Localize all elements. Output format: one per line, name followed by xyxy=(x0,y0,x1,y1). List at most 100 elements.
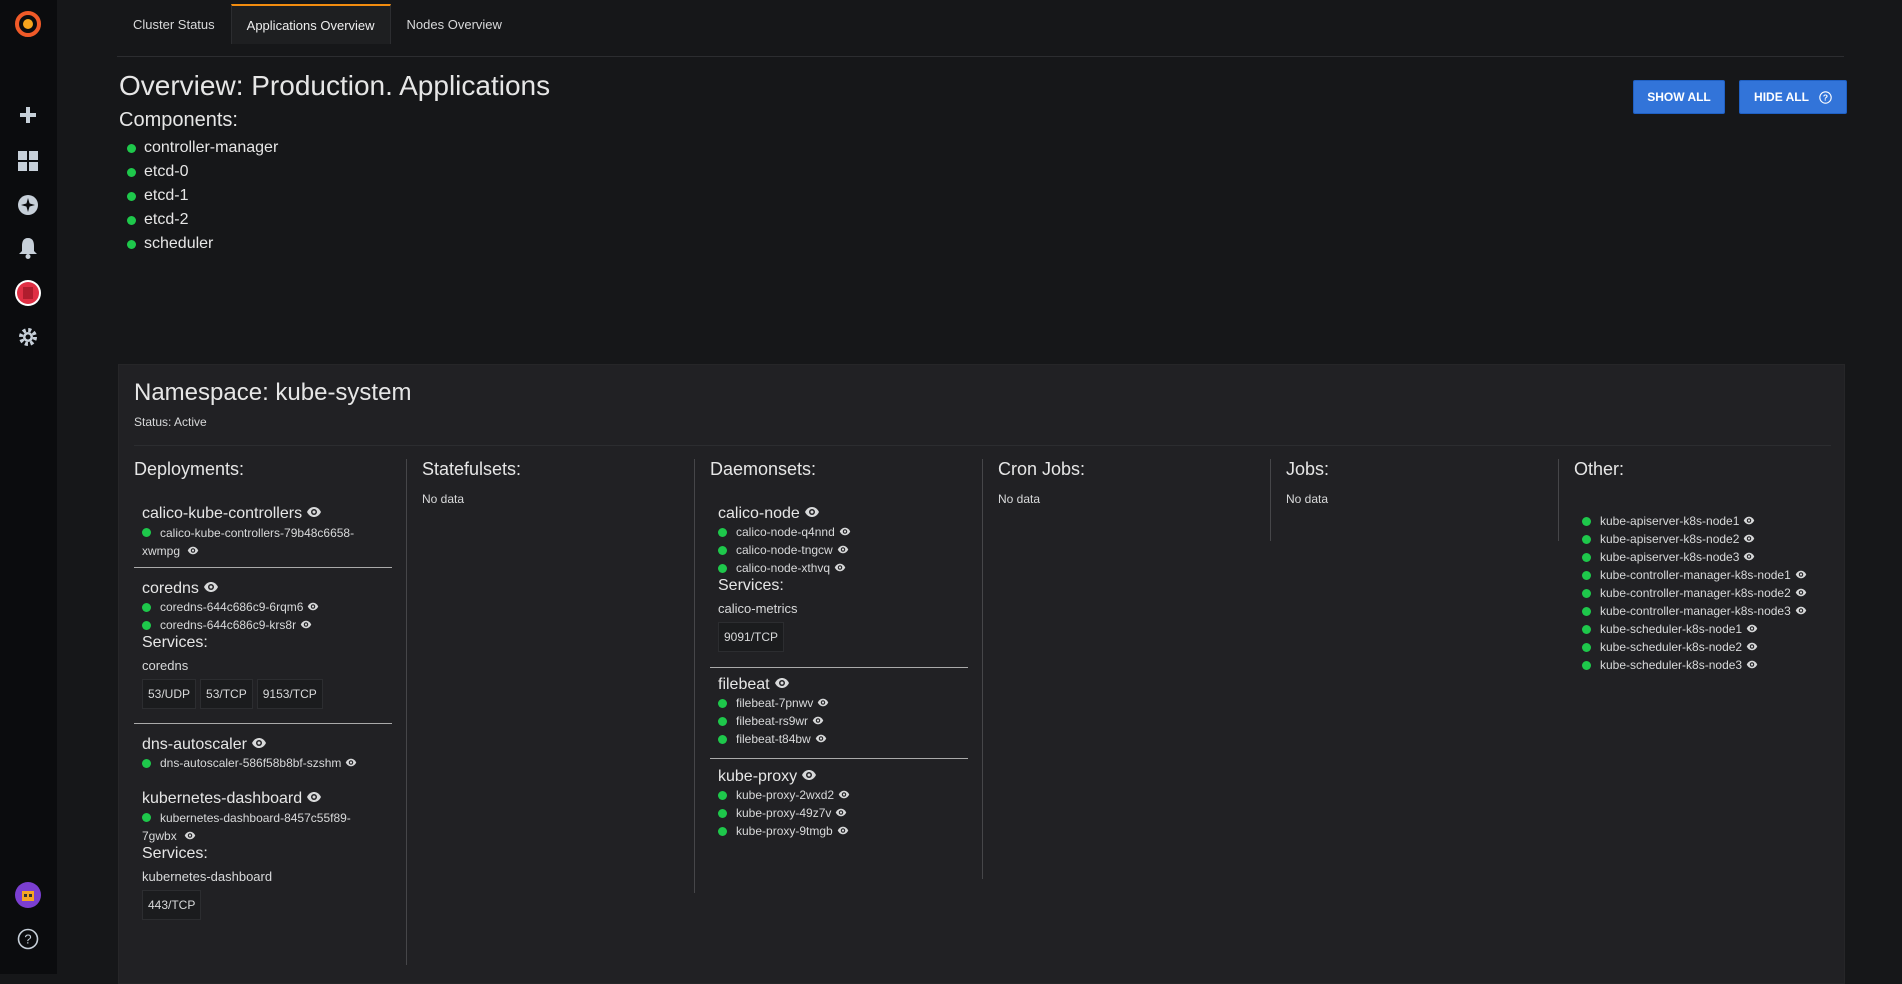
service-name: calico-metrics xyxy=(718,601,798,616)
status-ok-icon xyxy=(1582,642,1591,652)
eye-icon[interactable] xyxy=(184,827,196,845)
components-heading: Components: xyxy=(119,109,238,131)
eye-icon[interactable] xyxy=(1743,550,1755,564)
divider xyxy=(134,445,1831,446)
other-column: Other: xyxy=(1574,459,1624,480)
port-badge: 53/UDP xyxy=(142,679,197,709)
pod-item: kube-apiserver-k8s-node2 xyxy=(1582,530,1837,548)
port-badge: 9153/TCP xyxy=(256,679,323,709)
eye-icon[interactable] xyxy=(804,505,820,523)
column-divider xyxy=(1558,459,1559,541)
no-data-text: No data xyxy=(1286,492,1329,506)
status-ok-icon xyxy=(142,620,151,630)
eye-icon[interactable] xyxy=(300,618,312,632)
hide-all-button[interactable]: HIDE ALL ? xyxy=(1739,80,1847,114)
eye-icon[interactable] xyxy=(1746,622,1758,636)
status-ok-icon xyxy=(142,758,151,768)
deployment-name: coredns xyxy=(142,580,199,597)
tab-cluster-status[interactable]: Cluster Status xyxy=(117,4,231,44)
pod-item: kube-apiserver-k8s-node3 xyxy=(1582,548,1837,566)
services-heading: Services: xyxy=(142,845,208,862)
eye-icon[interactable] xyxy=(1795,586,1807,600)
dashboards-icon[interactable] xyxy=(13,146,43,176)
grafana-logo-icon[interactable] xyxy=(13,9,43,39)
status-ok-icon xyxy=(142,602,151,612)
component-item: etcd-1 xyxy=(127,184,278,208)
pod-item: kube-controller-manager-k8s-node3 xyxy=(1582,602,1837,620)
status-ok-icon xyxy=(1582,516,1591,526)
status-ok-icon xyxy=(718,716,727,726)
eye-icon[interactable] xyxy=(774,676,790,694)
component-item: controller-manager xyxy=(127,136,278,160)
status-ok-icon xyxy=(127,167,136,177)
eye-icon[interactable] xyxy=(187,542,199,560)
divider xyxy=(710,667,968,668)
component-item: etcd-0 xyxy=(127,160,278,184)
page-title: Overview: Production. Applications xyxy=(119,70,551,101)
status-ok-icon xyxy=(718,563,727,573)
port-badge: 53/TCP xyxy=(200,679,253,709)
help-icon[interactable]: ? xyxy=(13,924,43,954)
eye-icon[interactable] xyxy=(307,600,319,614)
kubernetes-app-icon[interactable] xyxy=(13,278,43,308)
main-content: Cluster Status Applications Overview Nod… xyxy=(57,0,1902,984)
column-divider xyxy=(406,459,407,965)
eye-icon[interactable] xyxy=(1743,532,1755,546)
pod-item: kube-scheduler-k8s-node3 xyxy=(1582,656,1837,674)
eye-icon[interactable] xyxy=(817,696,829,710)
eye-icon[interactable] xyxy=(1795,604,1807,618)
deployment-item: dns-autoscaler dns-autoscaler-586f58b8bf… xyxy=(142,736,392,772)
eye-icon[interactable] xyxy=(801,768,817,786)
cronjobs-heading: Cron Jobs: xyxy=(998,459,1086,479)
pod-item: kube-apiserver-k8s-node1 xyxy=(1582,512,1837,530)
eye-icon[interactable] xyxy=(838,788,850,802)
daemonset-name: filebeat xyxy=(718,676,770,693)
eye-icon[interactable] xyxy=(345,756,357,770)
status-ok-icon xyxy=(127,239,136,249)
bell-alerting-icon[interactable] xyxy=(13,233,43,263)
eye-icon[interactable] xyxy=(1795,568,1807,582)
divider xyxy=(117,56,1844,57)
eye-icon[interactable] xyxy=(1743,514,1755,528)
deployment-item: kubernetes-dashboard kubernetes-dashboar… xyxy=(142,790,377,920)
service-name: kubernetes-dashboard xyxy=(142,869,273,884)
statefulsets-heading: Statefulsets: xyxy=(422,459,522,479)
status-ok-icon xyxy=(1582,660,1591,670)
deployment-item: coredns coredns-644c686c9-6rqm6 coredns-… xyxy=(142,580,392,709)
namespace-title: Namespace: kube-system xyxy=(134,379,412,406)
tab-applications-overview[interactable]: Applications Overview xyxy=(230,4,391,44)
port-list: 53/UDP 53/TCP 9153/TCP xyxy=(142,679,392,709)
eye-icon[interactable] xyxy=(203,580,219,598)
eye-icon[interactable] xyxy=(812,714,824,728)
user-avatar[interactable] xyxy=(13,880,43,910)
status-ok-icon xyxy=(127,191,136,201)
service-name: coredns xyxy=(142,658,189,673)
tab-nodes-overview[interactable]: Nodes Overview xyxy=(391,4,518,44)
daemonset-name: calico-node xyxy=(718,505,800,522)
eye-icon[interactable] xyxy=(834,561,846,575)
cronjobs-column: Cron Jobs: No data xyxy=(998,459,1085,506)
eye-icon[interactable] xyxy=(1746,640,1758,654)
eye-icon[interactable] xyxy=(835,806,847,820)
question-circle-icon: ? xyxy=(1819,90,1832,104)
pod-item: filebeat-t84bw xyxy=(718,730,968,748)
daemonset-item: filebeat filebeat-7pnwv filebeat-rs9wr f… xyxy=(718,676,968,748)
status-ok-icon xyxy=(142,528,151,537)
explore-compass-icon[interactable] xyxy=(13,190,43,220)
eye-icon[interactable] xyxy=(815,732,827,746)
show-all-button[interactable]: SHOW ALL xyxy=(1633,80,1725,114)
pod-item: coredns-644c686c9-6rqm6 xyxy=(142,598,392,616)
eye-icon[interactable] xyxy=(839,525,851,539)
status-ok-icon xyxy=(718,545,727,555)
eye-icon[interactable] xyxy=(1746,658,1758,672)
eye-icon[interactable] xyxy=(251,736,267,754)
gear-icon[interactable] xyxy=(13,322,43,352)
eye-icon[interactable] xyxy=(837,824,849,838)
column-divider xyxy=(1270,459,1271,541)
eye-icon[interactable] xyxy=(306,505,322,523)
eye-icon[interactable] xyxy=(306,790,322,808)
deployment-name: dns-autoscaler xyxy=(142,736,247,753)
eye-icon[interactable] xyxy=(837,543,849,557)
plus-icon[interactable] xyxy=(13,100,43,130)
namespace-panel: Namespace: kube-system Status: Active De… xyxy=(118,364,1845,984)
